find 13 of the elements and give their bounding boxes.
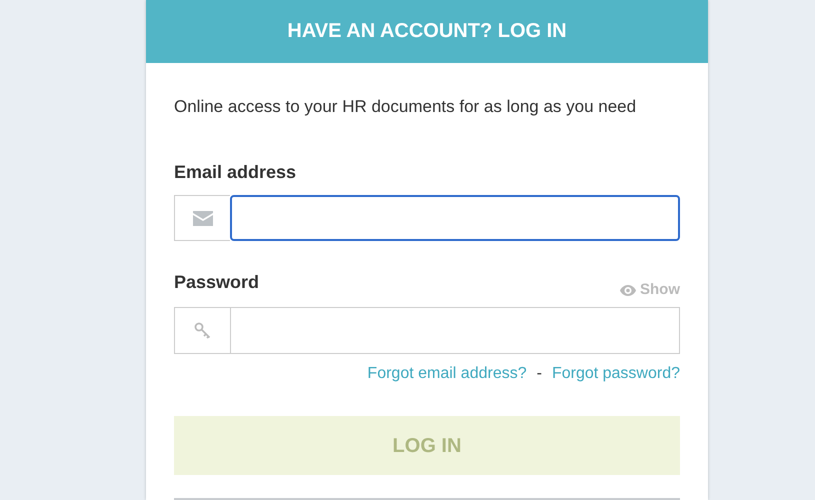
show-password-toggle[interactable]: Show — [620, 281, 680, 299]
email-label: Email address — [174, 161, 296, 183]
envelope-icon — [192, 210, 212, 226]
intro-text: Online access to your HR documents for as long as you need — [174, 96, 638, 118]
key-icon — [194, 322, 212, 340]
password-label: Password — [174, 271, 260, 293]
card-title: HAVE AN ACCOUNT? LOG IN — [287, 19, 567, 44]
password-field[interactable] — [230, 307, 680, 354]
forgot-email-link[interactable]: Forgot email address? — [367, 362, 527, 386]
link-separator: - — [536, 364, 542, 384]
forgot-password-link[interactable]: Forgot password? — [552, 362, 680, 386]
eye-icon — [620, 284, 636, 296]
email-field[interactable] — [230, 195, 680, 241]
